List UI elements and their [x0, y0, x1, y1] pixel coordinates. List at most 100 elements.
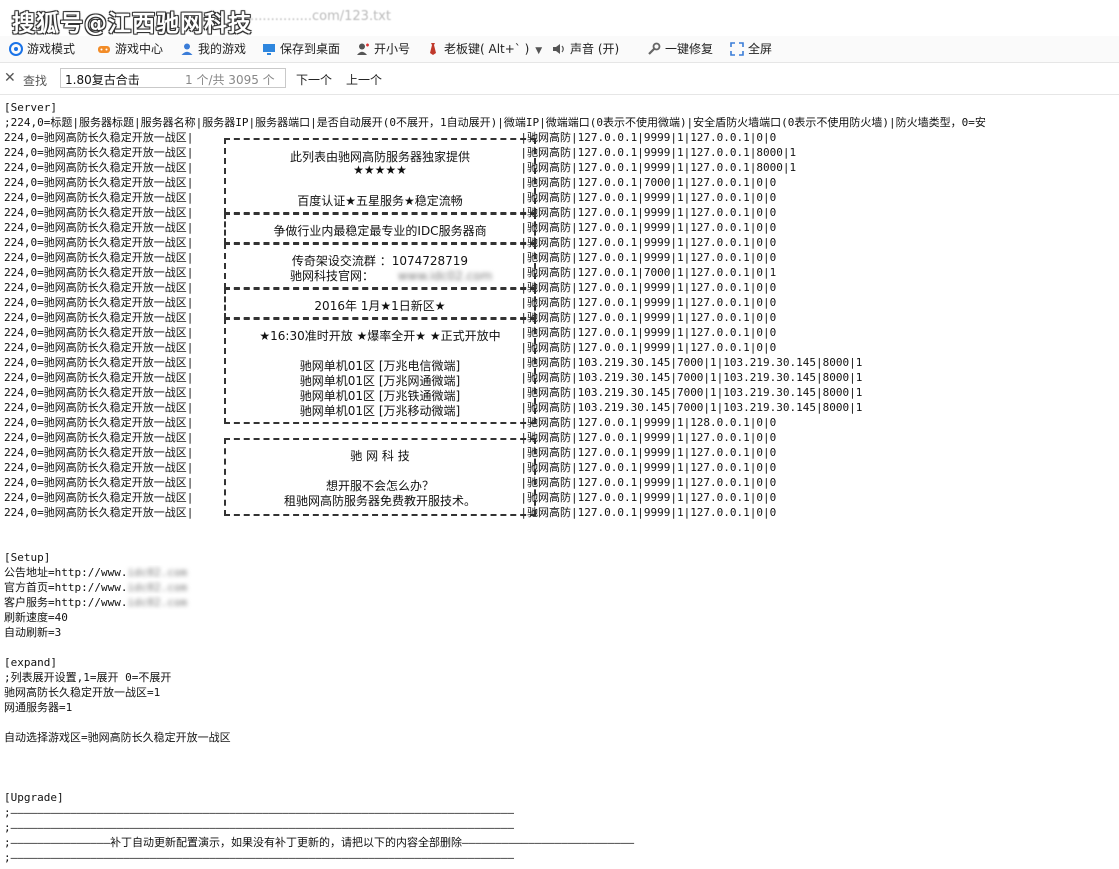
find-prev-button[interactable]: 上一个	[346, 71, 382, 88]
server-row: 224,0=驰网高防长久稳定开放一战区| |驰网高防|127.0.0.1|7000…	[4, 175, 1119, 190]
server-row: 224,0=驰网高防长久稳定开放一战区| |驰网高防|127.0.0.1|9999…	[4, 130, 1119, 145]
server-row: 224,0=驰网高防长久稳定开放一战区| |驰网高防|127.0.0.1|9999…	[4, 445, 1119, 460]
section-header-setup: [Setup]	[4, 551, 51, 564]
setup-auto-refresh: 自动刷新=3	[4, 626, 62, 639]
server-row-prefix: 224,0=驰网高防长久稳定开放一战区|	[4, 266, 194, 279]
expand-line: ;列表展开设置,1=展开 0=不展开	[4, 671, 172, 684]
server-row-prefix: 224,0=驰网高防长久稳定开放一战区|	[4, 386, 194, 399]
server-row-prefix: 224,0=驰网高防长久稳定开放一战区|	[4, 206, 194, 219]
url-text: ...............com/123.txt	[250, 9, 391, 24]
server-row-prefix: 224,0=驰网高防长久稳定开放一战区|	[4, 416, 194, 429]
server-row-suffix: |驰网高防|127.0.0.1|9999|1|128.0.0.1|0|0	[520, 416, 777, 429]
toolbar-game-center[interactable]: 游戏中心	[97, 40, 163, 58]
banner-box-date: 2016年 1月★1日新区★	[224, 288, 536, 319]
server-row: 224,0=驰网高防长久稳定开放一战区| |驰网高防|127.0.0.1|9999…	[4, 490, 1119, 505]
setup-line: 官方首页=http://www.idc02.com	[4, 580, 1119, 595]
gamepad-icon	[98, 46, 110, 53]
setup-key: 官方首页=http://www.	[4, 581, 128, 594]
toolbar-label: 游戏中心	[115, 42, 164, 56]
server-row-suffix: |驰网高防|127.0.0.1|9999|1|127.0.0.1|0|0	[520, 296, 777, 309]
banner-box-provider: 此列表由驰网高防服务器独家提供 ★★★★★ 百度认证★五星服务★稳定流畅	[224, 138, 536, 214]
blurred-domain: idc02.com	[127, 566, 188, 579]
upgrade-dash-line: ;———————————————————————————————————————…	[4, 851, 514, 864]
setup-line: 公告地址=http://www.idc02.com	[4, 565, 1119, 580]
expand-line: 网通服务器=1	[4, 701, 73, 714]
find-next-button[interactable]: 下一个	[296, 71, 332, 88]
toolbar-label: 一键修复	[665, 42, 714, 56]
server-row: 224,0=驰网高防长久稳定开放一战区| |驰网高防|127.0.0.1|9999…	[4, 190, 1119, 205]
person-icon	[357, 43, 369, 55]
toolbar-sound[interactable]: 声音 (开)	[552, 40, 619, 58]
server-row: 224,0=驰网高防长久稳定开放一战区| |驰网高防|103.219.30.145…	[4, 385, 1119, 400]
server-row-prefix: 224,0=驰网高防长久稳定开放一战区|	[4, 476, 194, 489]
find-value: 1.80复古合击	[65, 73, 140, 87]
server-row-prefix: 224,0=驰网高防长久稳定开放一战区|	[4, 191, 194, 204]
section-header-upgrade: [Upgrade]	[4, 791, 64, 804]
server-row-prefix: 224,0=驰网高防长久稳定开放一战区|	[4, 491, 194, 504]
server-row: 224,0=驰网高防长久稳定开放一战区| |驰网高防|127.0.0.1|9999…	[4, 475, 1119, 490]
expand-auto-select: 自动选择游戏区=驰网高防长久稳定开放一战区	[4, 731, 231, 744]
game-mode-icon	[9, 42, 23, 56]
banner-text: 争做行业内最稳定最专业的IDC服务器商	[273, 224, 487, 238]
server-row-suffix: |驰网高防|127.0.0.1|9999|1|127.0.0.1|0|0	[520, 131, 777, 144]
server-row: 224,0=驰网高防长久稳定开放一战区| |驰网高防|103.219.30.145…	[4, 400, 1119, 415]
toolbar-label: 开小号	[374, 42, 411, 56]
server-row-suffix: |驰网高防|103.219.30.145|7000|1|103.219.30.1…	[520, 386, 863, 399]
server-row-suffix: |驰网高防|127.0.0.1|9999|1|127.0.0.1|0|0	[520, 326, 777, 339]
server-rows: 224,0=驰网高防长久稳定开放一战区| |驰网高防|127.0.0.1|9999…	[4, 130, 1119, 520]
find-bar: ✕ 查找 1.80复古合击 1 个/共 3095 个 下一个 上一个	[0, 64, 1119, 95]
server-row-suffix: |驰网高防|127.0.0.1|9999|1|127.0.0.1|0|0	[520, 476, 777, 489]
server-row-suffix: |驰网高防|103.219.30.145|7000|1|103.219.30.1…	[520, 356, 863, 369]
server-row-suffix: |驰网高防|127.0.0.1|9999|1|127.0.0.1|0|0	[520, 191, 777, 204]
server-row-prefix: 224,0=驰网高防长久稳定开放一战区|	[4, 401, 194, 414]
setup-key: 公告地址=http://www.	[4, 566, 128, 579]
blurred-domain: idc02.com	[127, 596, 188, 609]
find-input[interactable]: 1.80复古合击 1 个/共 3095 个	[60, 68, 286, 88]
setup-line: 客户服务=http://www.idc02.com	[4, 595, 1119, 610]
toolbar-save-desktop[interactable]: 保存到桌面	[262, 40, 340, 58]
server-row-suffix: |驰网高防|127.0.0.1|9999|1|127.0.0.1|0|0	[520, 431, 777, 444]
speaker-icon	[553, 44, 564, 54]
wrench-icon	[648, 42, 661, 55]
toolbar-boss-key[interactable]: 老板键( Alt+` ) ▼	[426, 40, 542, 58]
section-header-expand: [expand]	[4, 656, 57, 669]
server-row: 224,0=驰网高防长久稳定开放一战区| |驰网高防|127.0.0.1|9999…	[4, 340, 1119, 355]
server-row: 224,0=驰网高防长久稳定开放一战区| |驰网高防|127.0.0.1|9999…	[4, 415, 1119, 430]
server-row-suffix: |驰网高防|127.0.0.1|7000|1|127.0.0.1|0|1	[520, 266, 777, 279]
toolbar-label: 游戏模式	[27, 42, 76, 56]
server-row: 224,0=驰网高防长久稳定开放一战区| |驰网高防|127.0.0.1|9999…	[4, 280, 1119, 295]
server-row-prefix: 224,0=驰网高防长久稳定开放一战区|	[4, 446, 194, 459]
toolbar-game-mode[interactable]: 游戏模式	[9, 40, 75, 58]
server-row: 224,0=驰网高防长久稳定开放一战区| |驰网高防|103.219.30.145…	[4, 370, 1119, 385]
server-row-prefix: 224,0=驰网高防长久稳定开放一战区|	[4, 296, 194, 309]
server-row-prefix: 224,0=驰网高防长久稳定开放一战区|	[4, 281, 194, 294]
server-row-suffix: |驰网高防|127.0.0.1|9999|1|127.0.0.1|0|0	[520, 506, 777, 519]
server-row-prefix: 224,0=驰网高防长久稳定开放一战区|	[4, 341, 194, 354]
banner-box-servers: ★16:30准时开放 ★爆率全开★ ★正式开放中 驰网单机01区 [万兆电信微端…	[224, 318, 536, 424]
upgrade-note: ;———————————————补丁自动更新配置演示，如果没有补丁更新的，请把以…	[4, 836, 635, 849]
banner-stars: ★★★★★	[353, 163, 407, 177]
server-row-prefix: 224,0=驰网高防长久稳定开放一战区|	[4, 461, 194, 474]
section-header-server: [Server]	[4, 101, 57, 114]
toolbar-fullscreen[interactable]: 全屏	[730, 40, 772, 58]
toolbar-my-games[interactable]: 我的游戏	[180, 40, 246, 58]
expand-line: 驰网高防长久稳定开放一战区=1	[4, 686, 161, 699]
server-row-prefix: 224,0=驰网高防长久稳定开放一战区|	[4, 146, 194, 159]
server-row-suffix: |驰网高防|103.219.30.145|7000|1|103.219.30.1…	[520, 371, 863, 384]
desktop-icon	[263, 44, 275, 55]
toolbar-alt-account[interactable]: 开小号	[356, 40, 410, 58]
toolbar-one-click-repair[interactable]: 一键修复	[647, 40, 713, 58]
close-icon[interactable]: ✕	[4, 70, 16, 86]
server-row: 224,0=驰网高防长久稳定开放一战区| |驰网高防|127.0.0.1|9999…	[4, 430, 1119, 445]
server-row-suffix: |驰网高防|127.0.0.1|9999|1|127.0.0.1|0|0	[520, 206, 777, 219]
banner-box-contact: 传奇架设交流群 ：1074728719 驰网科技官网： www.idc02.co…	[224, 243, 536, 289]
toolbar-label: 我的游戏	[198, 42, 247, 56]
server-row-prefix: 224,0=驰网高防长久稳定开放一战区|	[4, 221, 194, 234]
server-row-suffix: |驰网高防|127.0.0.1|9999|1|127.0.0.1|8000|1	[520, 146, 797, 159]
banner-text: ★16:30准时开放 ★爆率全开★ ★正式开放中	[259, 329, 501, 343]
chevron-down-icon[interactable]: ▼	[535, 46, 542, 56]
setup-key: 客户服务=http://www.	[4, 596, 128, 609]
banner-text: 驰 网 科 技	[350, 449, 410, 463]
server-row: 224,0=驰网高防长久稳定开放一战区| |驰网高防|127.0.0.1|9999…	[4, 325, 1119, 340]
banner-text: 租驰网高防服务器免费教开服技术。	[283, 494, 476, 508]
